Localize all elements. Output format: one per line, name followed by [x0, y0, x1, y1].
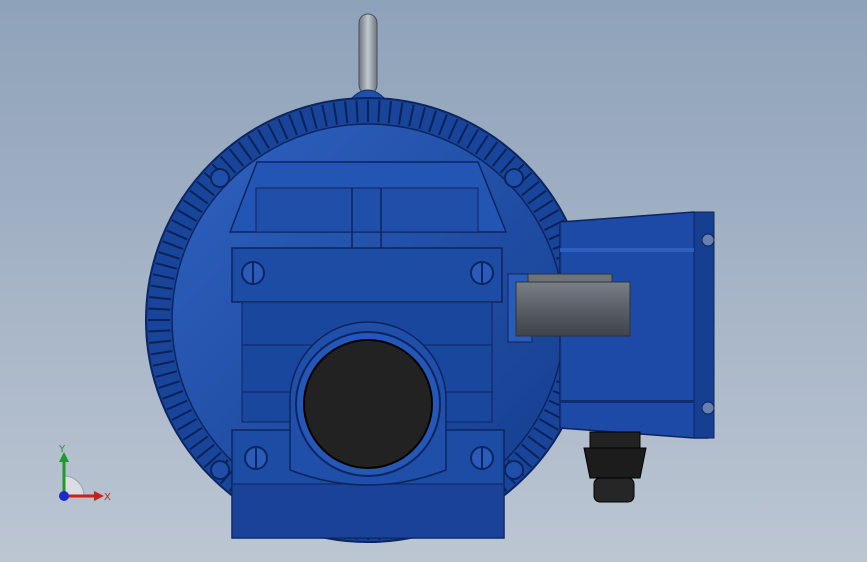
axis-triad: Y X [58, 444, 111, 503]
x-axis-label: X [104, 492, 111, 503]
cooling-fin [377, 100, 381, 123]
x-axis-arrowhead [94, 491, 104, 501]
y-axis-label: Y [58, 444, 66, 455]
cooling-fin [148, 307, 171, 311]
cable-gland[interactable] [583, 431, 647, 503]
output-bore[interactable] [289, 321, 447, 486]
cooling-fin [355, 100, 359, 123]
input-shaft[interactable] [507, 273, 631, 343]
cooling-fin [148, 329, 171, 333]
gear-motor-model[interactable] [0, 0, 867, 562]
cad-viewport[interactable]: Y X [0, 0, 867, 562]
z-axis-dot [59, 491, 69, 501]
